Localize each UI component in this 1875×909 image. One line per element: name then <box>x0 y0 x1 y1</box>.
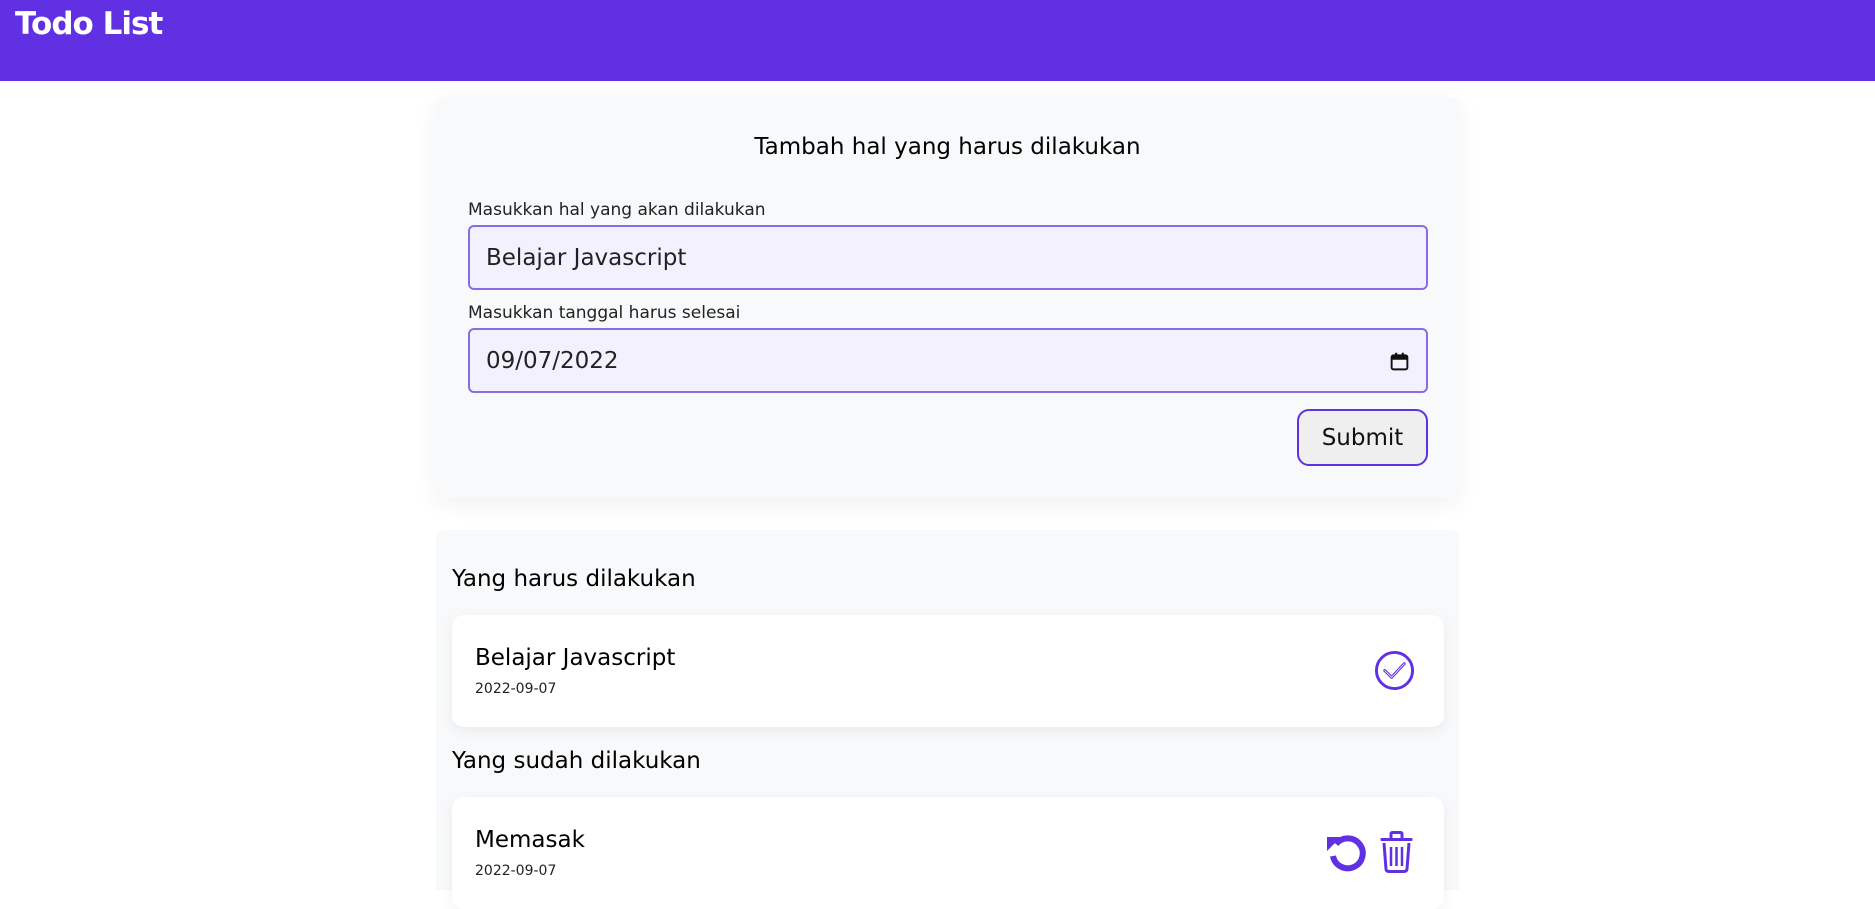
trash-icon[interactable] <box>1379 831 1414 873</box>
form-title: Tambah hal yang harus dilakukan <box>754 134 1141 160</box>
undo-icon[interactable] <box>1324 830 1368 874</box>
todo-list-container: Yang harus dilakukan Belajar Javascript … <box>436 530 1459 909</box>
todo-input-value: Belajar Javascript <box>486 244 687 271</box>
app-header: Todo List <box>0 0 1875 81</box>
add-todo-form: Tambah hal yang harus dilakukan Masukkan… <box>436 97 1459 498</box>
date-input-value: 09/07/2022 <box>486 347 619 374</box>
todo-item-date: 2022-09-07 <box>475 681 557 697</box>
todo-label: Masukkan hal yang akan dilakukan <box>468 200 766 220</box>
todo-item-title: Memasak <box>475 827 585 853</box>
app-title: Todo List <box>15 6 163 42</box>
complete-section-title: Yang sudah dilakukan <box>452 748 701 774</box>
todo-item: Belajar Javascript 2022-09-07 <box>452 615 1444 727</box>
todo-item-title: Belajar Javascript <box>475 645 676 671</box>
incomplete-section-title: Yang harus dilakukan <box>452 566 696 592</box>
todo-input[interactable]: Belajar Javascript <box>468 225 1428 290</box>
calendar-icon[interactable] <box>1389 351 1410 372</box>
date-input[interactable]: 09/07/2022 <box>468 328 1428 393</box>
todo-item: Memasak 2022-09-07 <box>452 797 1444 909</box>
date-label: Masukkan tanggal harus selesai <box>468 303 741 323</box>
todo-item-date: 2022-09-07 <box>475 863 557 879</box>
check-circle-icon[interactable] <box>1374 650 1415 691</box>
submit-button[interactable]: Submit <box>1297 409 1428 466</box>
